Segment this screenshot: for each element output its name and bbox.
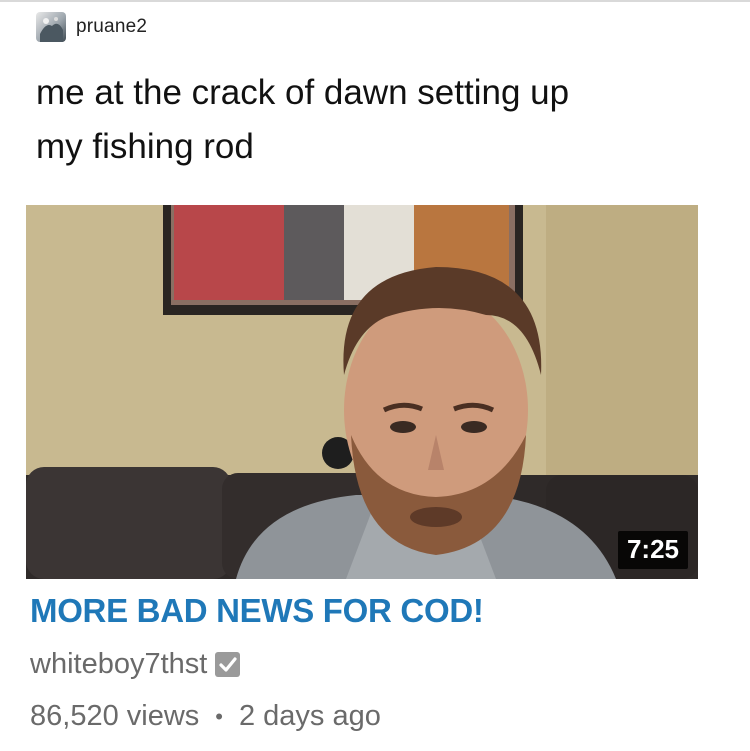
caption-line: me at the crack of dawn setting up	[36, 73, 570, 112]
video-thumbnail[interactable]: 7:25	[26, 205, 698, 579]
avatar[interactable]	[36, 12, 66, 42]
verified-check-icon	[215, 652, 241, 677]
username[interactable]: pruane2	[76, 16, 147, 38]
top-divider	[0, 0, 750, 2]
upload-age: 2 days ago	[238, 700, 381, 732]
separator-dot: •	[215, 703, 223, 729]
caption-line: my fishing rod	[36, 127, 254, 166]
view-count: 86,520 views	[30, 700, 200, 732]
post-header: pruane2	[36, 12, 147, 42]
duration-badge: 7:25	[617, 531, 688, 569]
video-title[interactable]: MORE BAD NEWS FOR COD!	[30, 592, 484, 630]
channel-name[interactable]: whiteboy7thst	[30, 648, 207, 681]
post-caption: me at the crack of dawn setting up my fi…	[36, 66, 726, 174]
thumbnail-scene	[26, 205, 698, 579]
video-stats: 86,520 views • 2 days ago	[30, 700, 381, 733]
channel-row: whiteboy7thst	[30, 648, 241, 681]
